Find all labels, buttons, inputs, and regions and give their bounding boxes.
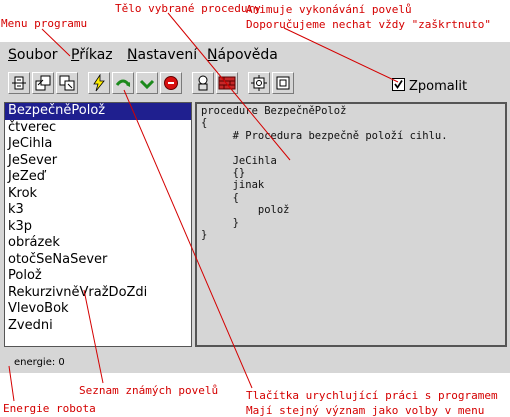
list-item[interactable]: k3p bbox=[5, 219, 191, 236]
list-item[interactable]: RekurzivněVražDoZdi bbox=[5, 285, 191, 302]
save-icon bbox=[59, 75, 75, 91]
procedure-code[interactable]: procedure BezpečněPolož { # Procedura be… bbox=[201, 104, 505, 241]
stop-button[interactable] bbox=[160, 72, 182, 94]
slow-checkbox[interactable]: Zpomalit bbox=[392, 78, 467, 94]
menu-bar: Soubor Příkaz Nastavení Nápověda bbox=[0, 42, 510, 68]
settings-icon bbox=[251, 75, 267, 91]
application-window: Soubor Příkaz Nastavení Nápověda Zpomali… bbox=[0, 42, 510, 373]
list-item[interactable]: JeCihla bbox=[5, 136, 191, 153]
list-item[interactable]: JeZeď bbox=[5, 169, 191, 186]
toolbar: Zpomalit bbox=[0, 70, 510, 100]
step-over-icon bbox=[115, 79, 131, 87]
annotation-procedure-body: Tělo vybrané procedury bbox=[115, 2, 261, 15]
list-item[interactable]: čtverec bbox=[5, 120, 191, 137]
list-item[interactable]: Polož bbox=[5, 268, 191, 285]
frame-icon bbox=[276, 76, 290, 90]
annotation-menu: Menu programu bbox=[1, 17, 88, 30]
settings-button[interactable] bbox=[248, 72, 270, 94]
menu-napoveda[interactable]: Nápověda bbox=[207, 47, 278, 63]
menu-nastaveni[interactable]: Nastavení bbox=[127, 47, 197, 63]
annotation-buttons: Tlačítka urychlující práci s programem bbox=[246, 389, 498, 402]
stop-icon bbox=[164, 76, 178, 90]
robot-button[interactable] bbox=[192, 72, 214, 94]
list-item[interactable]: Zvedni bbox=[5, 318, 191, 335]
wall-button[interactable] bbox=[216, 72, 238, 94]
list-item[interactable]: obrázek bbox=[5, 235, 191, 252]
procedure-editor[interactable]: procedure BezpečněPolož { # Procedura be… bbox=[195, 102, 507, 347]
list-item[interactable]: Krok bbox=[5, 186, 191, 203]
slow-checkbox-label: Zpomalit bbox=[409, 79, 468, 94]
list-item[interactable]: JeSever bbox=[5, 153, 191, 170]
new-procedure-button[interactable] bbox=[8, 72, 30, 94]
annotation-animate: Animuje vykonávání povelů bbox=[246, 3, 412, 16]
menu-prikaz[interactable]: Příkaz bbox=[71, 47, 113, 63]
annotation-buttons-same: Mají stejný význam jako volby v menu bbox=[246, 404, 485, 417]
new-procedure-icon bbox=[12, 76, 26, 90]
list-item[interactable]: k3 bbox=[5, 202, 191, 219]
open-icon bbox=[35, 75, 51, 91]
annotation-energy: Energie robota bbox=[3, 402, 96, 415]
step-into-icon bbox=[139, 79, 155, 90]
robot-icon bbox=[198, 75, 208, 91]
list-item[interactable]: otočSeNaSever bbox=[5, 252, 191, 269]
energy-status: energie: 0 bbox=[14, 357, 65, 368]
frame-button[interactable] bbox=[272, 72, 294, 94]
list-item[interactable]: BezpečněPolož bbox=[5, 103, 191, 120]
step-over-button[interactable] bbox=[112, 72, 134, 94]
checkbox-box[interactable] bbox=[392, 78, 405, 91]
save-button[interactable] bbox=[56, 72, 78, 94]
lightning-icon bbox=[93, 74, 105, 92]
command-list[interactable]: BezpečněPolož čtverec JeCihla JeSever Je… bbox=[4, 102, 192, 347]
checkmark-icon bbox=[394, 80, 403, 90]
step-into-button[interactable] bbox=[136, 72, 158, 94]
list-item[interactable]: VlevoBok bbox=[5, 301, 191, 318]
annotation-command-list: Seznam známých povelů bbox=[79, 384, 219, 397]
open-button[interactable] bbox=[32, 72, 54, 94]
run-button[interactable] bbox=[88, 72, 110, 94]
wall-icon bbox=[218, 76, 236, 90]
annotation-recommend: Doporučujeme nechat vždy "zaškrtnuto" bbox=[246, 18, 492, 31]
menu-soubor[interactable]: Soubor bbox=[8, 47, 58, 63]
